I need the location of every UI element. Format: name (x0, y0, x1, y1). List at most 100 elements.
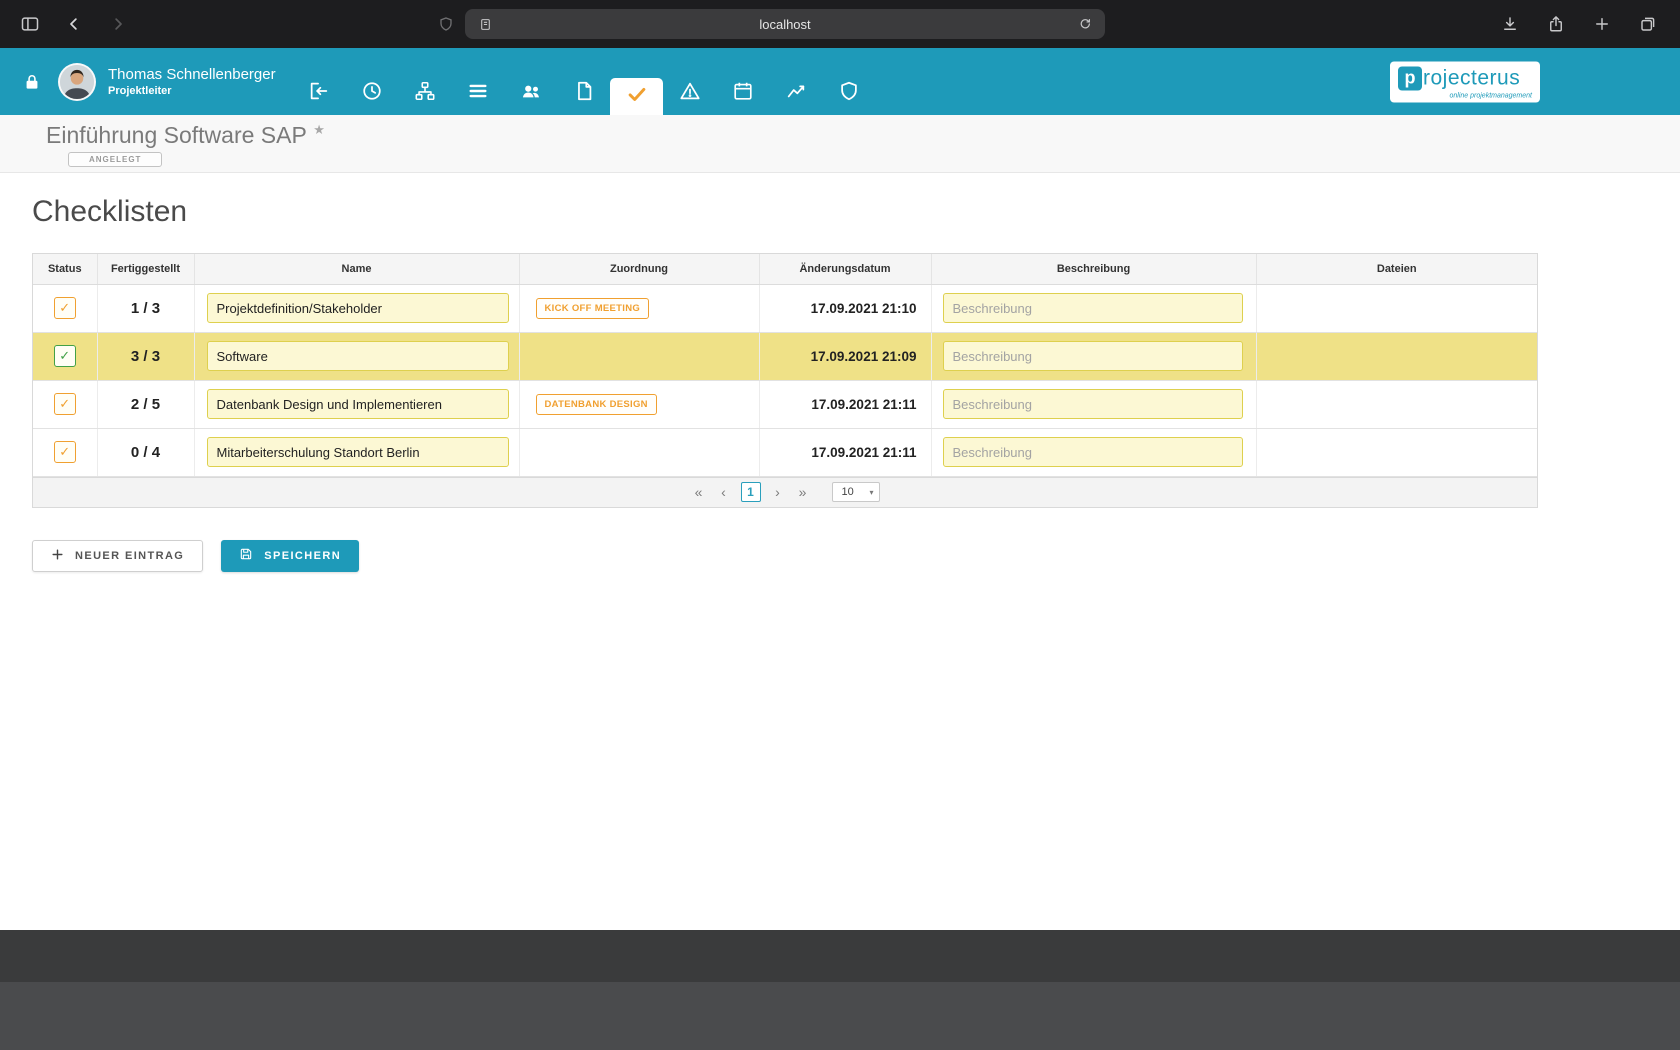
files-cell[interactable] (1256, 332, 1537, 380)
col-zuordnung: Zuordnung (519, 254, 759, 284)
status-checkbox[interactable]: ✓ (54, 441, 76, 463)
status-checkbox[interactable]: ✓ (54, 297, 76, 319)
app-logo[interactable]: p rojecterus online projektmanagement (1390, 61, 1540, 102)
col-aenderungsdatum: Änderungsdatum (759, 254, 931, 284)
share-icon[interactable] (1544, 12, 1568, 36)
nav-team[interactable] (504, 71, 557, 115)
check-icon (626, 83, 648, 110)
files-cell[interactable] (1256, 284, 1537, 332)
nav-lists[interactable] (451, 71, 504, 115)
refresh-icon[interactable] (1073, 12, 1097, 36)
page-size-select[interactable]: 10 ▾ (832, 482, 880, 502)
name-input[interactable] (207, 437, 509, 467)
nav-risks[interactable] (663, 71, 716, 115)
table-row: ✓ 2 / 5 DATENBANK DESIGN 17.09.2021 21:1… (33, 380, 1537, 428)
footer-lower-band (0, 982, 1680, 1050)
files-cell[interactable] (1256, 380, 1537, 428)
reader-page-icon[interactable] (473, 12, 497, 36)
checkmark-icon: ✓ (59, 396, 70, 412)
plus-icon (51, 548, 64, 564)
nav-calendar[interactable] (716, 71, 769, 115)
browser-chrome: localhost (0, 0, 1680, 48)
name-input[interactable] (207, 341, 509, 371)
address-bar[interactable]: localhost (465, 9, 1105, 39)
nav-checklists[interactable] (610, 78, 663, 115)
col-dateien: Dateien (1256, 254, 1537, 284)
lock-icon[interactable] (22, 72, 42, 92)
new-tab-icon[interactable] (1590, 12, 1614, 36)
pagination-last[interactable]: » (795, 484, 811, 500)
checklist-table: Status Fertiggestellt Name Zuordnung Änd… (32, 253, 1538, 508)
modified-date: 17.09.2021 21:11 (759, 380, 931, 428)
files-cell[interactable] (1256, 428, 1537, 476)
col-fertiggestellt: Fertiggestellt (97, 254, 194, 284)
description-input[interactable] (943, 341, 1243, 371)
pagination-current-page[interactable]: 1 (741, 482, 761, 502)
calendar-icon (732, 80, 754, 107)
favorite-star-icon[interactable]: ★ (313, 122, 325, 137)
pagination-first[interactable]: « (691, 484, 707, 500)
nav-structure[interactable] (398, 71, 451, 115)
checkmark-icon: ✓ (59, 300, 70, 316)
description-input[interactable] (943, 293, 1243, 323)
app-header: Thomas Schnellenberger Projektleiter p r… (0, 48, 1680, 115)
downloads-icon[interactable] (1498, 12, 1522, 36)
table-header-row: Status Fertiggestellt Name Zuordnung Änd… (33, 254, 1537, 284)
user-avatar[interactable] (58, 63, 96, 101)
name-input[interactable] (207, 293, 509, 323)
tab-overview-icon[interactable] (1636, 12, 1660, 36)
save-button[interactable]: SPEICHERN (221, 540, 359, 572)
new-entry-label: NEUER EINTRAG (75, 550, 184, 562)
col-beschreibung: Beschreibung (931, 254, 1256, 284)
modified-date: 17.09.2021 21:11 (759, 428, 931, 476)
assignment-badge[interactable]: DATENBANK DESIGN (536, 394, 657, 415)
nav-logout[interactable] (292, 71, 345, 115)
nav-time[interactable] (345, 71, 398, 115)
chart-icon (785, 80, 807, 107)
modified-date: 17.09.2021 21:09 (759, 332, 931, 380)
url-text[interactable]: localhost (497, 17, 1073, 32)
document-icon (573, 80, 595, 107)
pagination: « ‹ 1 › » 10 ▾ (33, 477, 1537, 507)
new-entry-button[interactable]: NEUER EINTRAG (32, 540, 203, 572)
assignment-badge[interactable]: KICK OFF MEETING (536, 298, 650, 319)
page-footer (0, 930, 1680, 1050)
pagination-prev[interactable]: ‹ (716, 484, 732, 500)
logout-icon (308, 80, 330, 107)
modified-date: 17.09.2021 21:10 (759, 284, 931, 332)
progress-count: 2 / 5 (97, 380, 194, 428)
project-title: Einführung Software SAP (46, 122, 307, 149)
progress-count: 3 / 3 (97, 332, 194, 380)
nav-reports[interactable] (769, 71, 822, 115)
privacy-shield-icon[interactable] (434, 12, 458, 36)
logo-tagline: online projektmanagement (1450, 92, 1533, 99)
user-role: Projektleiter (108, 85, 276, 97)
bars-icon (467, 80, 489, 107)
progress-count: 1 / 3 (97, 284, 194, 332)
table-row: ✓ 3 / 3 17.09.2021 21:09 (33, 332, 1537, 380)
user-name: Thomas Schnellenberger (108, 66, 276, 83)
forward-icon[interactable] (106, 12, 130, 36)
save-icon (239, 547, 253, 564)
warning-icon (679, 80, 701, 107)
checkmark-icon: ✓ (59, 348, 70, 364)
main-content: Checklisten Status Fertiggestellt Name Z… (0, 195, 1680, 572)
description-input[interactable] (943, 437, 1243, 467)
footer-upper-band (0, 930, 1680, 982)
sitemap-icon (414, 80, 436, 107)
main-nav (292, 71, 875, 115)
logo-letter: p (1398, 66, 1422, 90)
col-name: Name (194, 254, 519, 284)
nav-documents[interactable] (557, 71, 610, 115)
status-checkbox[interactable]: ✓ (54, 393, 76, 415)
status-checkbox[interactable]: ✓ (54, 345, 76, 367)
pagination-next[interactable]: › (770, 484, 786, 500)
name-input[interactable] (207, 389, 509, 419)
clock-icon (361, 80, 383, 107)
table-row: ✓ 0 / 4 17.09.2021 21:11 (33, 428, 1537, 476)
col-status: Status (33, 254, 97, 284)
nav-admin[interactable] (822, 71, 875, 115)
back-icon[interactable] (62, 12, 86, 36)
sidebar-toggle-icon[interactable] (18, 12, 42, 36)
description-input[interactable] (943, 389, 1243, 419)
